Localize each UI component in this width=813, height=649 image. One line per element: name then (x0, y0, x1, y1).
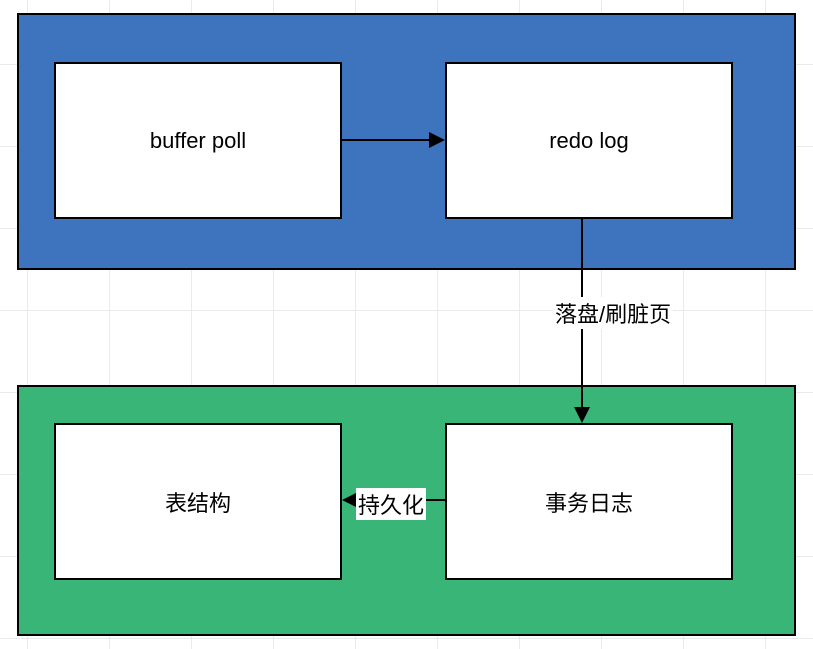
box-tx-log-label: 事务日志 (545, 486, 633, 518)
box-redo-log: redo log (445, 62, 733, 219)
box-buffer-poll: buffer poll (54, 62, 342, 219)
box-table-struct-label: 表结构 (165, 486, 231, 518)
edge-label-flush: 落盘/刷脏页 (553, 297, 673, 329)
box-table-struct: 表结构 (54, 423, 342, 580)
box-buffer-poll-label: buffer poll (150, 128, 246, 154)
box-redo-log-label: redo log (549, 128, 629, 154)
edge-label-persist: 持久化 (356, 488, 426, 520)
box-tx-log: 事务日志 (445, 423, 733, 580)
